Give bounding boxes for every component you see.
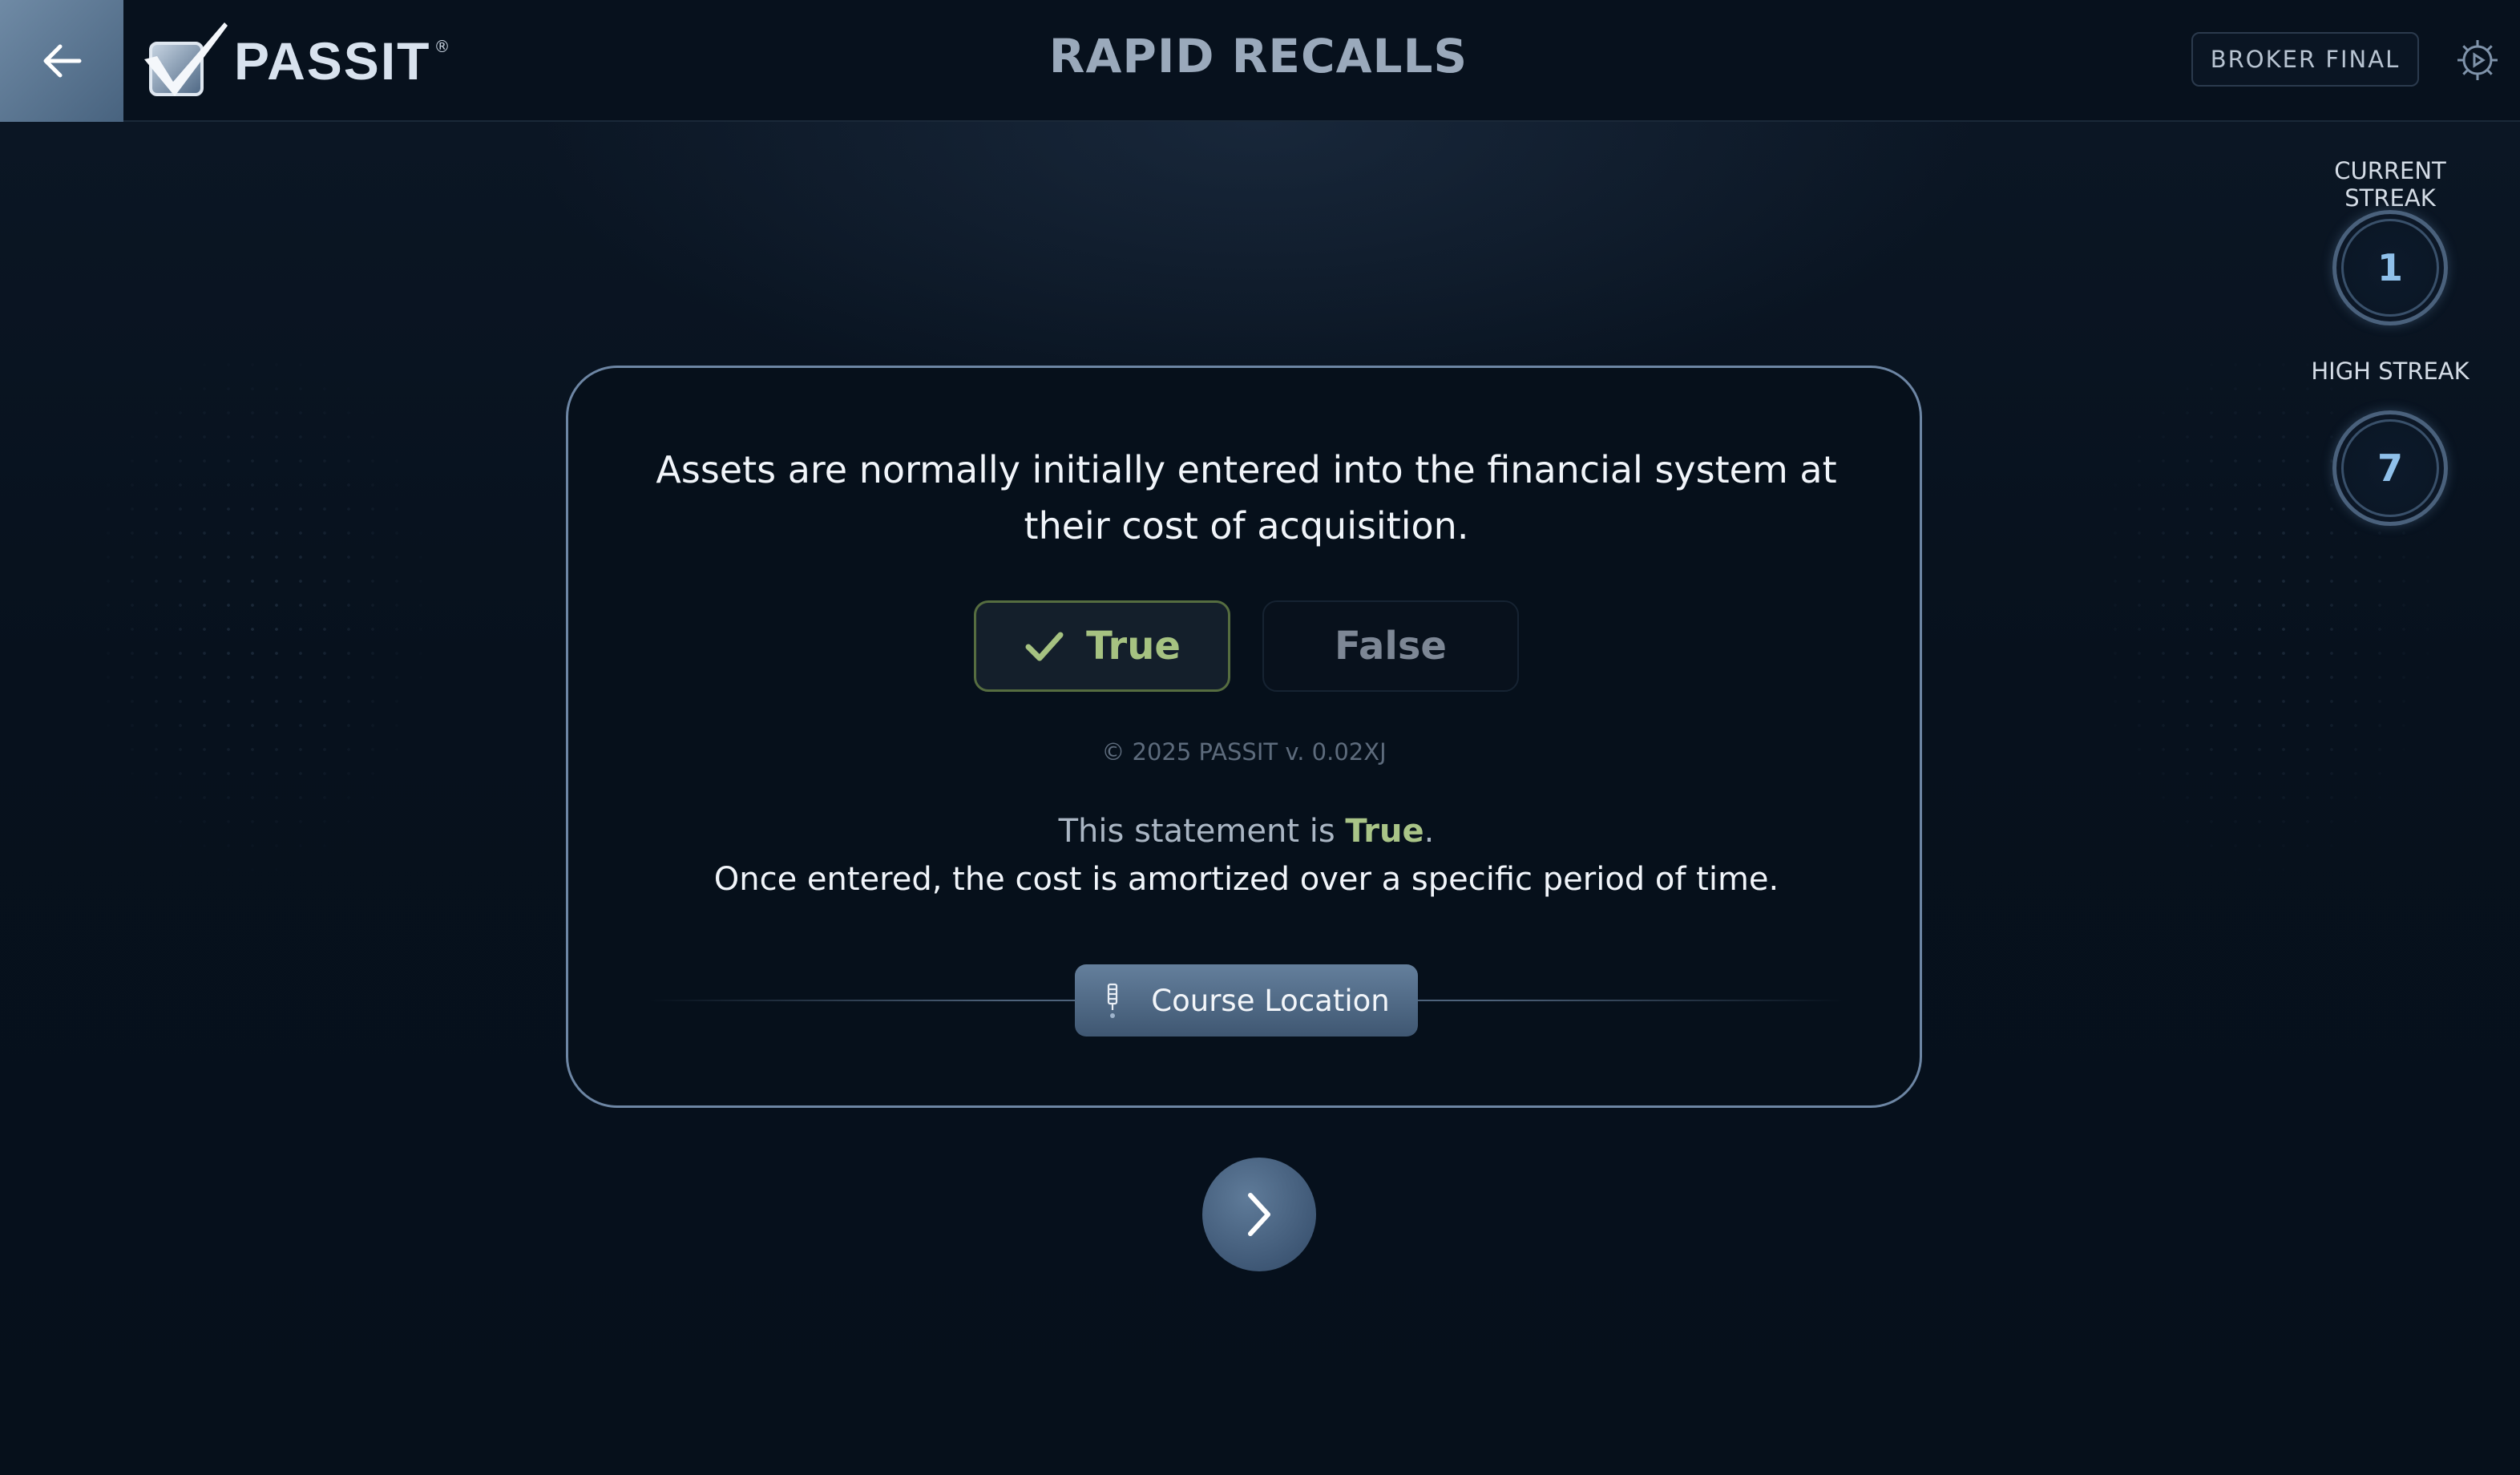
arrow-left-icon [43, 44, 82, 78]
high-streak-label: HIGH STREAK [2311, 358, 2470, 385]
course-location-label: Course Location [1151, 983, 1390, 1018]
answer-true-label: True [1086, 624, 1181, 669]
background-dots-right [2007, 208, 2520, 1010]
logo-text: PASSIT [234, 31, 431, 91]
exam-badge[interactable]: BROKER FINAL [2191, 32, 2419, 87]
result-line: This statement is True. [616, 807, 1876, 855]
current-streak-counter: 1 [2332, 210, 2448, 325]
course-location-button[interactable]: Course Location [1075, 964, 1418, 1037]
logo-registered-mark: ® [434, 37, 450, 56]
answer-false-label: False [1335, 624, 1447, 669]
location-pin-icon [1108, 983, 1118, 1018]
question-text: Assets are normally initially entered in… [656, 448, 1837, 548]
current-streak-label: CURRENT STREAK [2334, 157, 2446, 212]
checkmark-icon [1025, 632, 1064, 661]
page-title: RAPID RECALLS [1048, 29, 1468, 83]
explanation-block: This statement is True. Once entered, th… [616, 807, 1876, 903]
result-answer: True [1345, 813, 1424, 850]
result-suffix: . [1424, 813, 1435, 850]
explanation-text: Once entered, the cost is amortized over… [713, 861, 1779, 898]
chevron-right-icon [1248, 1193, 1270, 1236]
question-card: Assets are normally initially entered in… [566, 366, 1922, 1108]
logo-checkmark-icon [144, 22, 228, 96]
top-bar: PASSIT ® RAPID RECALLS BROKER FINAL [0, 0, 2520, 122]
passit-logo: PASSIT ® [141, 19, 450, 103]
high-streak-counter: 7 [2332, 410, 2448, 526]
back-button[interactable] [0, 0, 123, 122]
answer-false-button[interactable]: False [1262, 600, 1519, 692]
answer-true-button[interactable]: True [974, 600, 1230, 692]
background-dots-left [0, 208, 513, 1010]
next-button[interactable] [1202, 1158, 1316, 1271]
copyright-text: © 2025 PASSIT v. 0.02XJ [1101, 738, 1387, 766]
settings-button[interactable] [2449, 32, 2506, 88]
gear-icon [2457, 40, 2498, 80]
result-prefix: This statement is [1058, 813, 1346, 850]
